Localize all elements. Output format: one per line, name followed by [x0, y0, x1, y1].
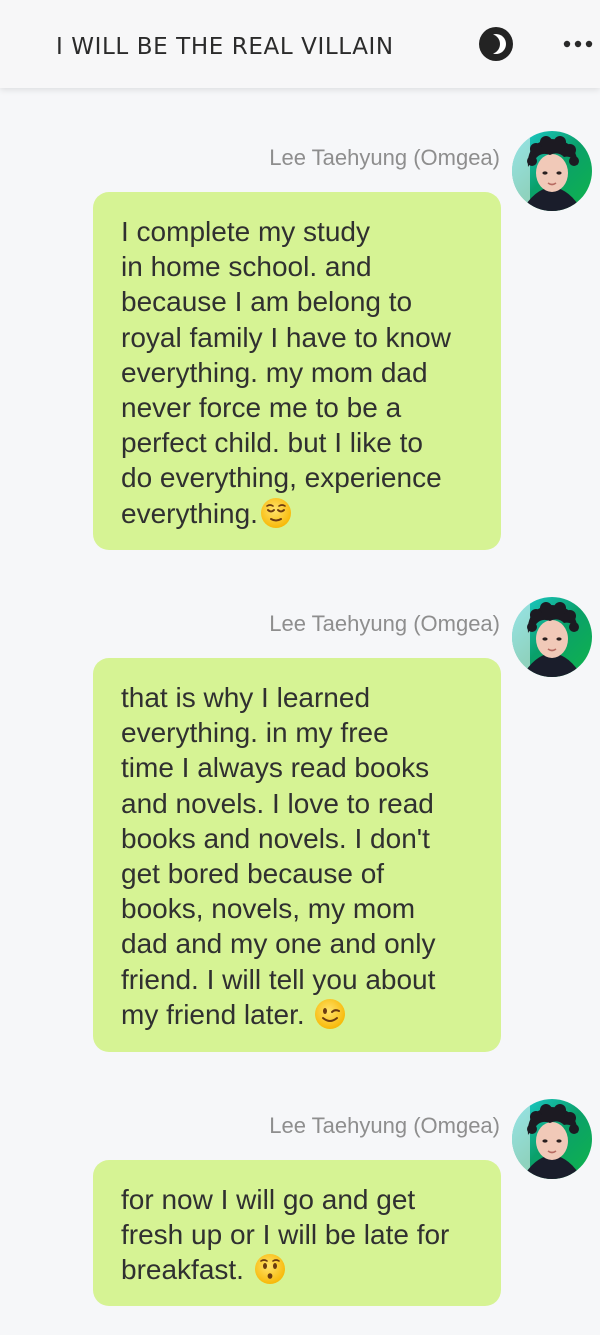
message-line: never force me to be a — [121, 392, 402, 424]
avatar[interactable] — [512, 131, 592, 211]
kissing-face-icon — [254, 1254, 285, 1285]
message-line: friend. I will tell you about — [121, 963, 436, 995]
night-mode-button[interactable] — [478, 26, 514, 62]
message-line: books, novels, my mom — [121, 893, 416, 925]
page-title: I WILL BE THE REAL VILLAIN — [56, 34, 394, 60]
message-line: time I always read books — [121, 752, 430, 784]
message-line: dad and my one and only — [121, 928, 436, 960]
message-line: royal family I have to know — [121, 321, 451, 353]
winking-face-icon — [315, 998, 346, 1029]
top-bar: I WILL BE THE REAL VILLAIN — [0, 0, 600, 88]
message-line: breakfast. — [121, 1254, 252, 1286]
relieved-face-icon — [260, 497, 291, 528]
sender-name: Lee Taehyung (Omgea) — [269, 1113, 500, 1138]
sender-name: Lee Taehyung (Omgea) — [269, 611, 500, 636]
more-dots-icon — [563, 40, 593, 48]
message-bubble: that is why I learned everything. in my … — [93, 658, 501, 1052]
message-bubble: for now I will go and get fresh up or I … — [93, 1160, 501, 1306]
message-line: and novels. I love to read — [121, 787, 434, 819]
sender-name: Lee Taehyung (Omgea) — [269, 145, 500, 170]
message-line: my friend later. — [121, 998, 313, 1030]
message-line: everything. in my free — [121, 717, 389, 749]
message-line: because I am belong to — [121, 286, 413, 318]
message-line: books and novels. I don't — [121, 822, 430, 854]
message-line: perfect child. but I like to — [121, 427, 423, 459]
message-line: do everything, experience — [121, 462, 442, 494]
half-moon-icon — [479, 27, 513, 61]
message-bubble: I complete my study in home school. and … — [93, 192, 501, 550]
message-line: fresh up or I will be late for — [121, 1219, 450, 1251]
message-line: everything. — [121, 497, 258, 529]
more-options-button[interactable] — [556, 28, 596, 60]
avatar[interactable] — [512, 597, 592, 677]
message-line: for now I will go and get — [121, 1184, 416, 1215]
message-line: in home school. and — [121, 251, 372, 283]
avatar[interactable] — [512, 1099, 592, 1179]
message-line: everything. my mom dad — [121, 356, 428, 388]
message-line: I complete my study — [121, 216, 370, 247]
message-line: that is why I learned — [121, 682, 371, 713]
message-line: get bored because of — [121, 858, 385, 890]
